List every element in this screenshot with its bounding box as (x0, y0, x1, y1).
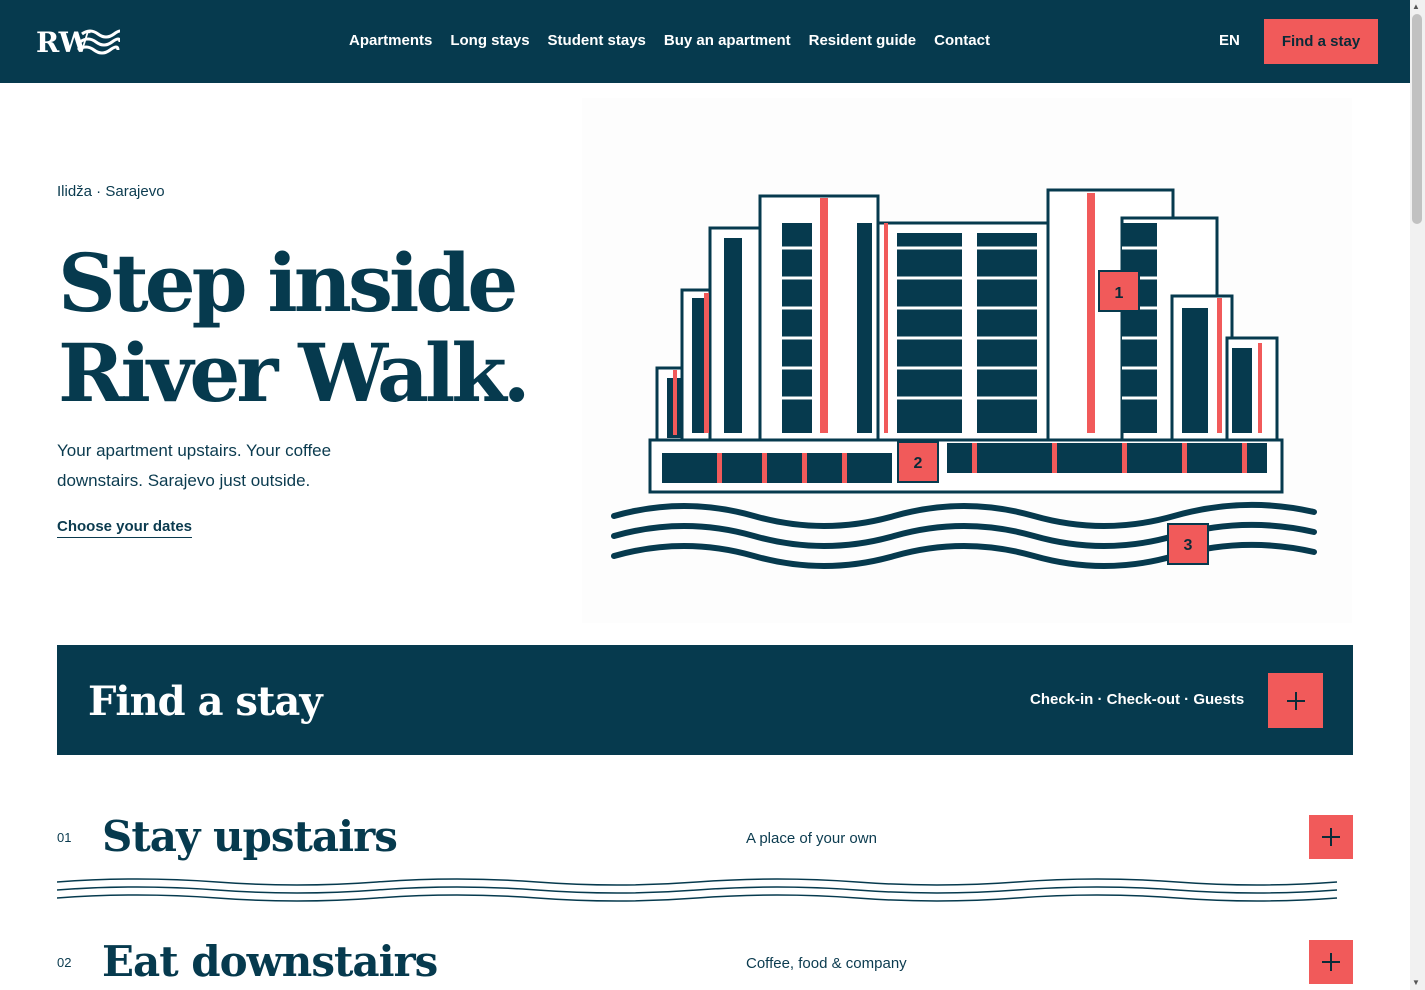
nav-apartments[interactable]: Apartments (349, 32, 432, 49)
nav-long-stays[interactable]: Long stays (450, 32, 529, 49)
main-nav: Apartments Long stays Student stays Buy … (349, 32, 990, 49)
scroll-up-arrow-icon[interactable]: ▲ (1412, 2, 1420, 11)
booking-fields-summary[interactable]: Check-in · Check-out · Guests (1030, 691, 1244, 708)
logo[interactable]: RW (36, 24, 120, 58)
nav-contact[interactable]: Contact (934, 32, 990, 49)
section-number: 01 (57, 830, 72, 845)
building-illustration: 1 2 3 (582, 98, 1352, 623)
svg-text:3: 3 (1184, 537, 1193, 554)
section-number: 02 (57, 955, 72, 970)
expand-section-button[interactable] (1309, 940, 1353, 984)
plus-icon (1322, 828, 1340, 846)
svg-text:1: 1 (1115, 285, 1124, 302)
hero-title-line-1: Step inside (58, 236, 518, 330)
hero-title: Step inside River Walk. (58, 236, 531, 420)
find-a-stay-button[interactable]: Find a stay (1264, 19, 1378, 64)
hero-subtitle: Your apartment upstairs. Your coffee dow… (57, 441, 332, 490)
expand-section-button[interactable] (1309, 815, 1353, 859)
section-eat-downstairs[interactable]: 02 Eat downstairs Coffee, food & company (57, 937, 1353, 990)
svg-text:2: 2 (914, 455, 923, 472)
plus-icon (1286, 691, 1305, 710)
nav-resident-guide[interactable]: Resident guide (809, 32, 917, 49)
section-tagline: Coffee, food & company (746, 955, 907, 972)
hero-title-line-2: River Walk. (58, 326, 531, 420)
expand-booking-button[interactable] (1268, 673, 1323, 728)
choose-dates-link[interactable]: Choose your dates (57, 518, 193, 538)
find-a-stay-bar: Find a stay Check-in · Check-out · Guest… (57, 645, 1353, 755)
section-title: Eat downstairs (102, 937, 438, 986)
nav-buy-apartment[interactable]: Buy an apartment (664, 32, 791, 49)
marker-1[interactable]: 1 (1098, 270, 1140, 312)
marker-3[interactable]: 3 (1167, 523, 1209, 565)
nav-student-stays[interactable]: Student stays (548, 32, 646, 49)
location-eyebrow: Ilidža · Sarajevo (57, 183, 165, 200)
section-tagline: A place of your own (746, 830, 877, 847)
wave-divider (57, 878, 1338, 902)
marker-2[interactable]: 2 (897, 441, 939, 483)
top-nav: RW Apartments Long stays Student stays B… (0, 0, 1410, 83)
scrollbar-thumb[interactable] (1412, 14, 1422, 224)
plus-icon (1322, 953, 1340, 971)
language-switcher[interactable]: EN (1219, 32, 1240, 49)
section-title: Stay upstairs (102, 812, 398, 861)
section-stay-upstairs[interactable]: 01 Stay upstairs A place of your own (57, 812, 1353, 872)
building-drawing: 1 2 3 (611, 188, 1317, 569)
scroll-down-arrow-icon[interactable]: ▼ (1412, 978, 1420, 987)
find-a-stay-title: Find a stay (88, 678, 323, 725)
